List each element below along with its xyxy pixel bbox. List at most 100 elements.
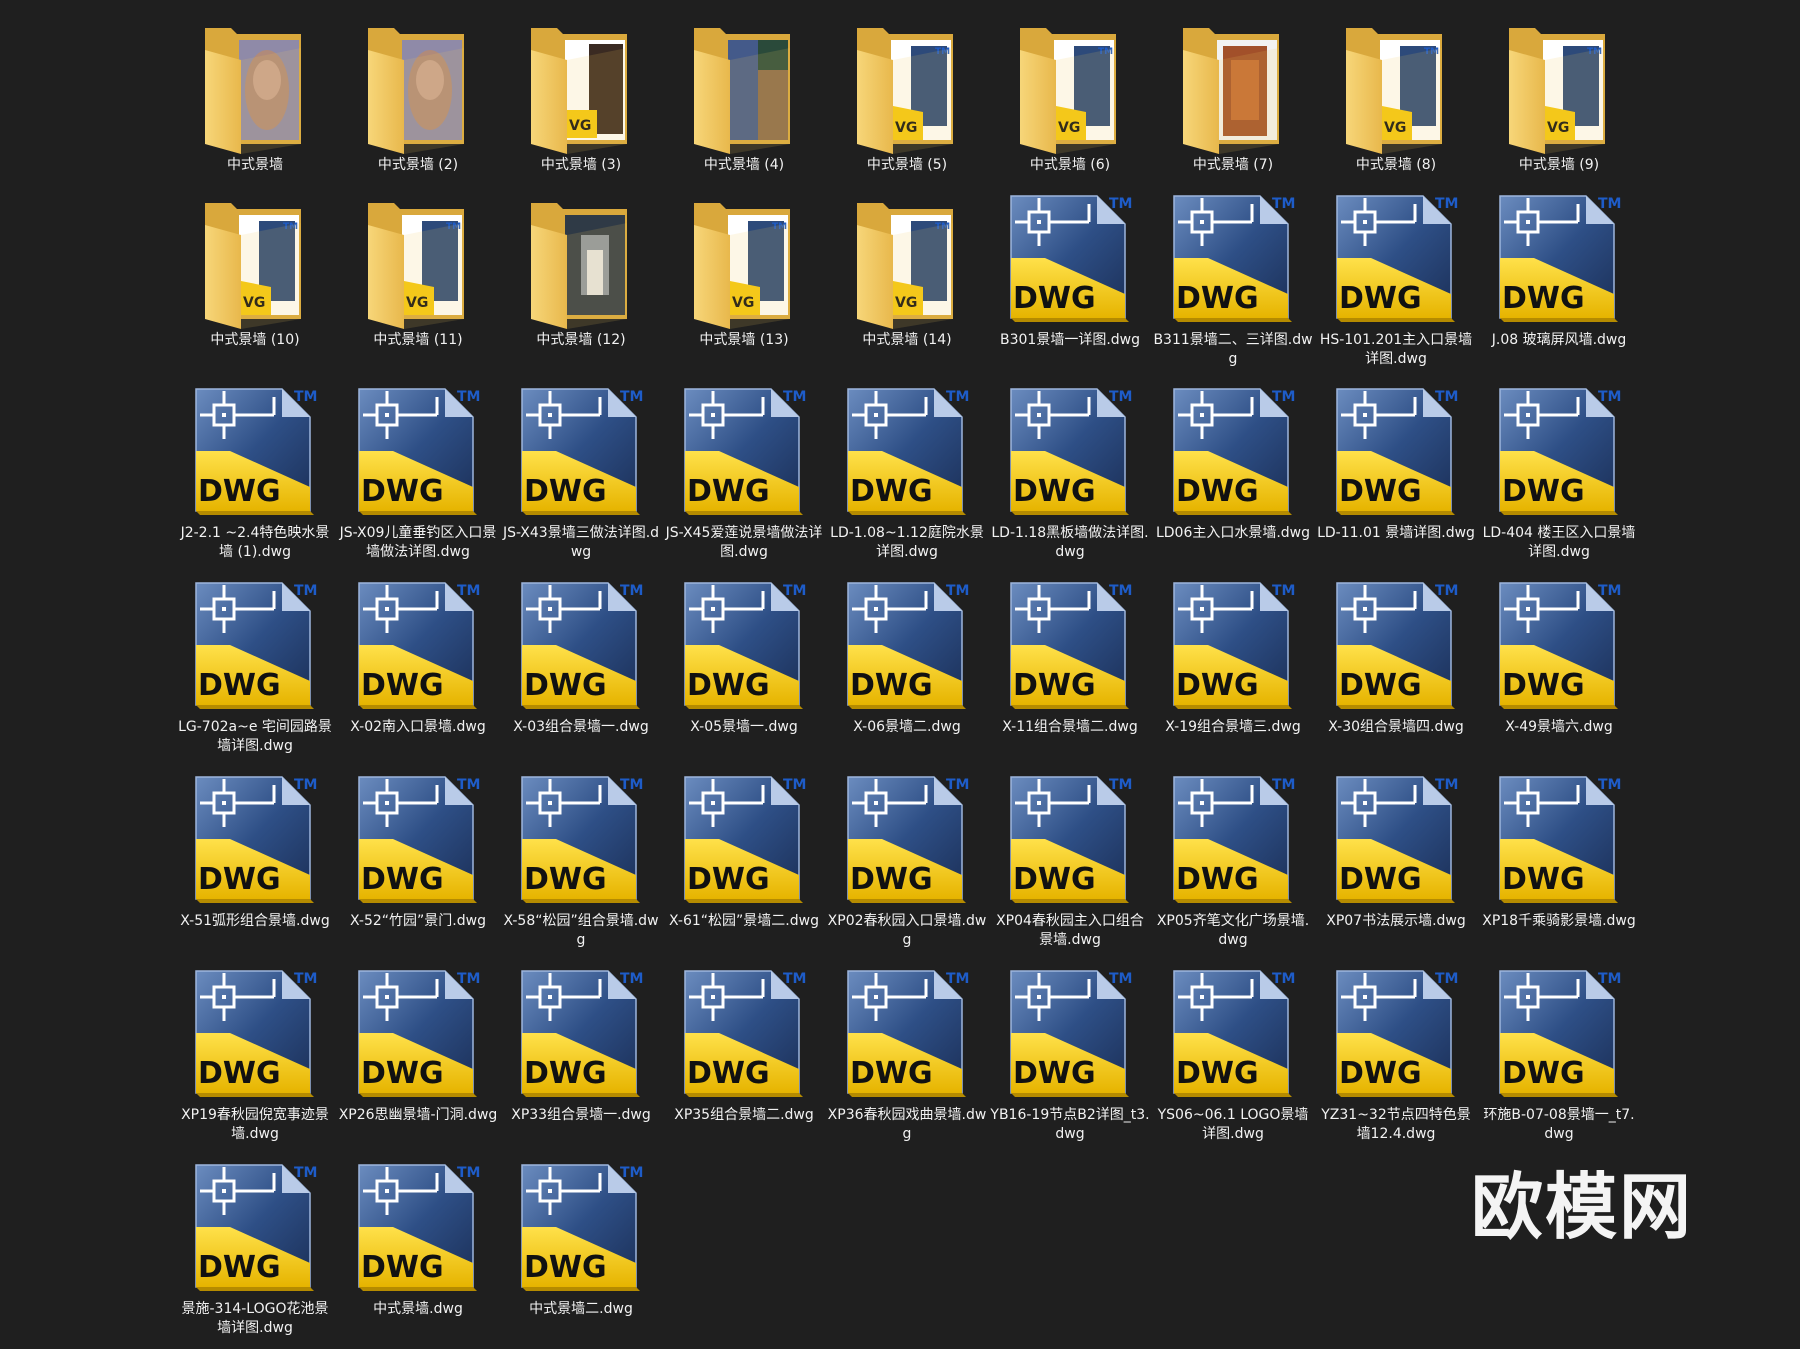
dwg-file-item[interactable]: TM DWG LD-1.08~1.12庭院水景详图.dwg — [827, 383, 987, 573]
dwg-file-item[interactable]: TM DWG X-05景墙一.dwg — [664, 577, 824, 767]
dwg-file-item[interactable]: TM DWG X-11组合景墙二.dwg — [990, 577, 1150, 767]
dwg-file-item[interactable]: TM DWG XP19春秋园倪宽事迹景墙.dwg — [175, 965, 335, 1155]
dwg-file-item[interactable]: TM DWG XP36春秋园戏曲景墙.dwg — [827, 965, 987, 1155]
folder-item[interactable]: VG TM 中式景墙 (6) — [990, 15, 1150, 205]
svg-text:DWG: DWG — [1013, 668, 1096, 703]
dwg-file-item[interactable]: TM DWG LD06主入口水景墙.dwg — [1153, 383, 1313, 573]
svg-text:DWG: DWG — [1339, 668, 1422, 703]
svg-text:DWG: DWG — [524, 1250, 607, 1285]
dwg-file-item[interactable]: TM DWG B311景墙二、三详图.dwg — [1153, 190, 1313, 380]
svg-text:TM: TM — [946, 971, 969, 987]
folder-icon — [527, 195, 635, 331]
svg-text:TM: TM — [620, 777, 643, 793]
folder-item[interactable]: 中式景墙 — [175, 15, 335, 205]
svg-text:TM: TM — [294, 583, 317, 599]
dwg-file-item[interactable]: TM DWG JS-X45爱莲说景墙做法详图.dwg — [664, 383, 824, 573]
dwg-file-item[interactable]: TM DWG XP33组合景墙一.dwg — [501, 965, 661, 1155]
svg-text:DWG: DWG — [1339, 862, 1422, 897]
dwg-file-item[interactable]: TM DWG JS-X43景墙三做法详图.dwg — [501, 383, 661, 573]
dwg-file-item[interactable]: TM DWG XP07书法展示墙.dwg — [1316, 771, 1476, 961]
item-name-label: X-49景墙六.dwg — [1505, 719, 1613, 735]
dwg-file-item[interactable]: TM DWG LD-404 楼王区入口景墙详图.dwg — [1479, 383, 1639, 573]
dwg-file-item[interactable]: TM DWG LD-1.18黑板墙做法详图.dwg — [990, 383, 1150, 573]
svg-text:DWG: DWG — [1339, 1056, 1422, 1091]
dwg-file-item[interactable]: TM DWG X-06景墙二.dwg — [827, 577, 987, 767]
svg-text:DWG: DWG — [524, 862, 607, 897]
svg-text:TM: TM — [1598, 583, 1621, 599]
watermark-logo: 欧模网 — [1471, 1165, 1694, 1249]
svg-text:TM: TM — [294, 389, 317, 405]
dwg-file-item[interactable]: TM DWG HS-101.201主入口景墙详图.dwg — [1316, 190, 1476, 380]
dwg-file-icon: TM DWG — [679, 383, 809, 523]
dwg-file-item[interactable]: TM DWG XP02春秋园入口景墙.dwg — [827, 771, 987, 961]
dwg-file-item[interactable]: TM DWG X-52“竹园”景门.dwg — [338, 771, 498, 961]
svg-text:TM: TM — [946, 777, 969, 793]
dwg-file-item[interactable]: TM DWG X-03组合景墙一.dwg — [501, 577, 661, 767]
dwg-file-item[interactable]: TM DWG XP35组合景墙二.dwg — [664, 965, 824, 1155]
dwg-file-icon: TM DWG — [190, 383, 320, 523]
item-name-label: XP02春秋园入口景墙.dwg — [827, 913, 987, 948]
item-name-label: 中式景墙二.dwg — [529, 1301, 633, 1317]
dwg-file-item[interactable]: TM DWG 中式景墙.dwg — [338, 1159, 498, 1349]
svg-text:TM: TM — [620, 583, 643, 599]
dwg-file-item[interactable]: TM DWG X-61“松园”景墙二.dwg — [664, 771, 824, 961]
folder-item[interactable]: VG TM 中式景墙 (11) — [338, 190, 498, 380]
dwg-file-item[interactable]: TM DWG XP04春秋园主入口组合景墙.dwg — [990, 771, 1150, 961]
dwg-file-item[interactable]: TM DWG YZ31~32节点四特色景墙12.4.dwg — [1316, 965, 1476, 1155]
svg-text:TM: TM — [1435, 777, 1458, 793]
dwg-file-icon: TM DWG — [353, 1159, 483, 1299]
dwg-file-item[interactable]: TM DWG YS06~06.1 LOGO景墙详图.dwg — [1153, 965, 1313, 1155]
dwg-file-item[interactable]: TM DWG XP26思幽景墙-门洞.dwg — [338, 965, 498, 1155]
dwg-file-item[interactable]: TM DWG 景施-314-LOGO花池景墙详图.dwg — [175, 1159, 335, 1349]
dwg-file-item[interactable]: TM DWG JS-X09儿童垂钓区入口景墙做法详图.dwg — [338, 383, 498, 573]
folder-item[interactable]: VG TM 中式景墙 (5) — [827, 15, 987, 205]
dwg-file-icon: TM DWG — [1168, 965, 1298, 1105]
svg-text:DWG: DWG — [850, 474, 933, 509]
dwg-file-item[interactable]: TM DWG 环施B-07-08景墙一_t7.dwg — [1479, 965, 1639, 1155]
dwg-file-icon: TM DWG — [516, 383, 646, 523]
dwg-file-item[interactable]: TM DWG X-58“松园”组合景墙.dwg — [501, 771, 661, 961]
svg-text:TM: TM — [1272, 583, 1295, 599]
folder-item[interactable]: 中式景墙 (2) — [338, 15, 498, 205]
dwg-file-item[interactable]: TM DWG 中式景墙二.dwg — [501, 1159, 661, 1349]
folder-item[interactable]: VG TM 中式景墙 (10) — [175, 190, 335, 380]
dwg-file-item[interactable]: TM DWG XP05齐笔文化广场景墙.dwg — [1153, 771, 1313, 961]
dwg-file-item[interactable]: TM DWG B301景墙一详图.dwg — [990, 190, 1150, 380]
dwg-file-item[interactable]: TM DWG X-51弧形组合景墙.dwg — [175, 771, 335, 961]
svg-text:TM: TM — [294, 971, 317, 987]
dwg-file-item[interactable]: TM DWG YB16-19节点B2详图_t3.dwg — [990, 965, 1150, 1155]
dwg-file-icon: TM DWG — [1494, 965, 1624, 1105]
dwg-file-item[interactable]: TM DWG J2-2.1 ~2.4特色映水景墙 (1).dwg — [175, 383, 335, 573]
dwg-file-item[interactable]: TM DWG LD-11.01 景墙详图.dwg — [1316, 383, 1476, 573]
item-name-label: 中式景墙 (13) — [699, 332, 789, 348]
folder-item[interactable]: VG 中式景墙 (3) — [501, 15, 661, 205]
dwg-file-icon: TM DWG — [190, 577, 320, 717]
folder-item[interactable]: 中式景墙 (4) — [664, 15, 824, 205]
dwg-file-icon: TM DWG — [190, 965, 320, 1105]
dwg-file-icon: TM DWG — [1005, 383, 1135, 523]
folder-item[interactable]: VG TM 中式景墙 (14) — [827, 190, 987, 380]
dwg-file-icon: TM DWG — [353, 383, 483, 523]
svg-text:DWG: DWG — [198, 668, 281, 703]
dwg-file-item[interactable]: TM DWG X-19组合景墙三.dwg — [1153, 577, 1313, 767]
item-name-label: 中式景墙 (14) — [862, 332, 952, 348]
item-name-label: X-30组合景墙四.dwg — [1328, 719, 1464, 735]
dwg-file-item[interactable]: TM DWG X-30组合景墙四.dwg — [1316, 577, 1476, 767]
folder-icon — [1179, 20, 1287, 156]
folder-item[interactable]: VG TM 中式景墙 (13) — [664, 190, 824, 380]
dwg-file-item[interactable]: TM DWG X-02南入口景墙.dwg — [338, 577, 498, 767]
folder-item[interactable]: VG TM 中式景墙 (8) — [1316, 15, 1476, 205]
svg-text:DWG: DWG — [687, 474, 770, 509]
dwg-file-item[interactable]: TM DWG X-49景墙六.dwg — [1479, 577, 1639, 767]
dwg-file-item[interactable]: TM DWG XP18千乘骑影景墙.dwg — [1479, 771, 1639, 961]
folder-item[interactable]: 中式景墙 (7) — [1153, 15, 1313, 205]
dwg-file-item[interactable]: TM DWG J.08 玻璃屏风墙.dwg — [1479, 190, 1639, 380]
folder-icon: VG TM — [364, 195, 472, 331]
dwg-file-item[interactable]: TM DWG LG-702a~e 宅间园路景墙详图.dwg — [175, 577, 335, 767]
folder-item[interactable]: 中式景墙 (12) — [501, 190, 661, 380]
dwg-file-icon: TM DWG — [842, 577, 972, 717]
folder-item[interactable]: VG TM 中式景墙 (9) — [1479, 15, 1639, 205]
folder-icon: VG TM — [853, 20, 961, 156]
svg-text:TM: TM — [1272, 196, 1295, 212]
svg-text:DWG: DWG — [361, 668, 444, 703]
